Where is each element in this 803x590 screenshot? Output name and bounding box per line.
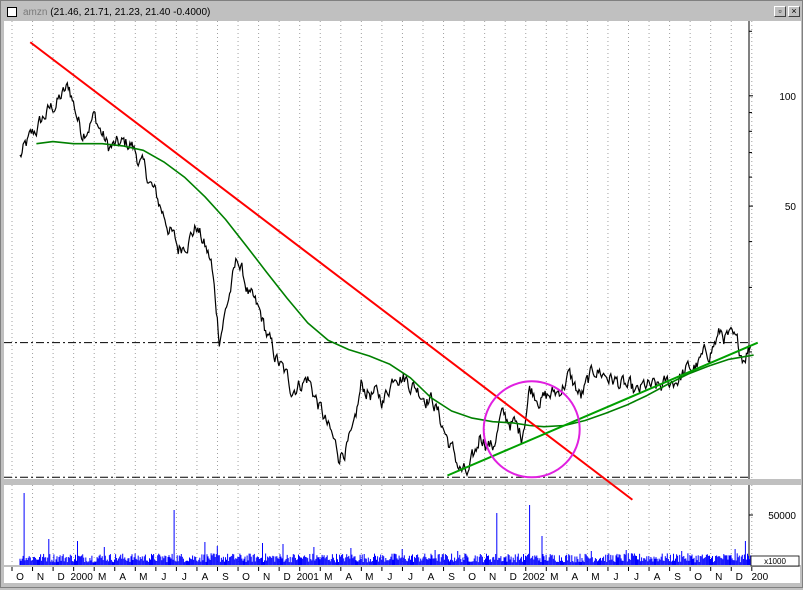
quote-values: (21.46, 21.71, 21.23, 21.40 -0.4000) — [50, 7, 211, 18]
x-tick-label: J — [613, 572, 618, 583]
x-tick-label: O — [16, 572, 24, 583]
x-tick-label: D — [510, 572, 517, 583]
title-bar: amzn (21.46, 21.71, 21.23, 21.40 -0.4000… — [3, 3, 800, 19]
restore-button[interactable]: ▫ — [774, 6, 786, 17]
x-tick-label: S — [222, 572, 229, 583]
price-axis-panel — [749, 21, 801, 479]
x-tick-label: N — [489, 572, 496, 583]
system-menu-icon[interactable] — [7, 7, 17, 17]
x-tick-label: M — [139, 572, 147, 583]
x-tick-label: O — [242, 572, 250, 583]
volume-axis-panel — [749, 485, 801, 565]
x-tick-label: S — [448, 572, 455, 583]
x-tick-label: O — [468, 572, 476, 583]
x-tick-label: A — [345, 572, 352, 583]
x-tick-label: A — [654, 572, 661, 583]
x-tick-label: A — [119, 572, 126, 583]
volume-tick-label: 50000 — [768, 511, 796, 522]
y-tick-label: 100 — [779, 92, 796, 103]
x-tick-label: N — [715, 572, 722, 583]
chart-area: O N D 2000 M A M J J A S O N D 2001 M A M J J A S O N D 2002 M A M J J… — [1, 19, 802, 585]
x-tick-label: A — [202, 572, 209, 583]
x-tick-label: M — [591, 572, 599, 583]
x-tick-label: 2002 — [523, 572, 546, 583]
x-tick-label: D — [57, 572, 64, 583]
x-tick-label: N — [37, 572, 44, 583]
x-tick-label: 2001 — [297, 572, 320, 583]
x-tick-label: J — [387, 572, 392, 583]
x-tick-label: M — [324, 572, 332, 583]
price-panel — [4, 21, 749, 479]
x-tick-label: M — [550, 572, 558, 583]
x-tick-label: M — [365, 572, 373, 583]
x-tick-label: D — [284, 572, 291, 583]
x-tick-label: 2000 — [71, 572, 94, 583]
volume-unit-label: x1000 — [764, 557, 786, 566]
ticker-label: amzn — [23, 7, 48, 18]
volume-panel — [4, 485, 749, 565]
x-tick-label: A — [572, 572, 579, 583]
x-tick-label: J — [182, 572, 187, 583]
x-tick-label: S — [674, 572, 681, 583]
x-tick-label: N — [263, 572, 270, 583]
x-tick-label: D — [736, 572, 743, 583]
window-title: amzn (21.46, 21.71, 21.23, 21.40 -0.4000… — [23, 7, 210, 19]
x-tick-label: O — [694, 572, 702, 583]
y-tick-label: 50 — [785, 202, 797, 213]
x-tick-label: 200 — [751, 572, 768, 583]
x-tick-label: J — [634, 572, 639, 583]
x-tick-label: J — [408, 572, 413, 583]
x-tick-label: J — [161, 572, 166, 583]
chart-svg: O N D 2000 M A M J J A S O N D 2001 M A M J J A S O N D 2002 M A M J J… — [4, 21, 801, 583]
close-button[interactable]: × — [788, 6, 800, 17]
x-tick-label: A — [428, 572, 435, 583]
x-tick-label: M — [98, 572, 106, 583]
chart-window: amzn (21.46, 21.71, 21.23, 21.40 -0.4000… — [0, 0, 803, 588]
